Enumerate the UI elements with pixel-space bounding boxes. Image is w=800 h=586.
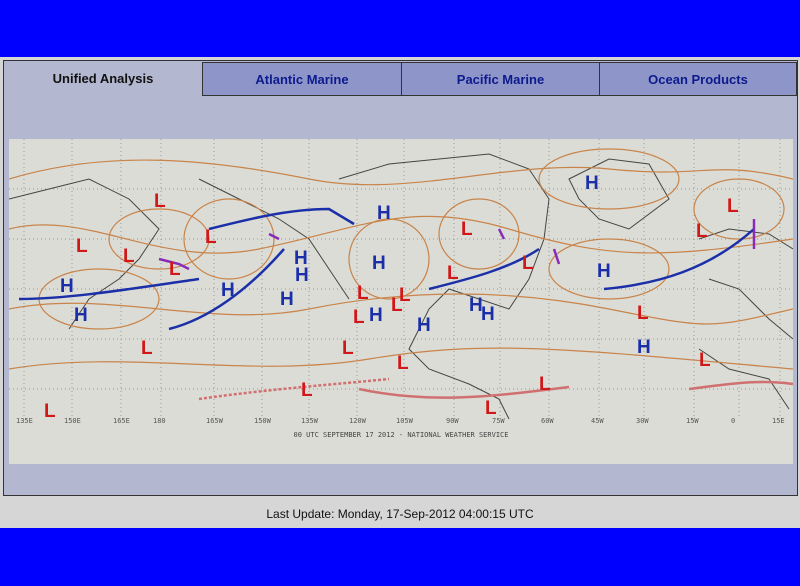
graticule — [9, 139, 793, 419]
low-pressure-center: L — [169, 259, 181, 280]
low-pressure-center: L — [696, 221, 708, 242]
low-pressure-center: L — [699, 350, 711, 371]
low-pressure-center: L — [76, 236, 88, 257]
low-pressure-center: L — [447, 263, 459, 284]
longitude-tick-label: 180 — [153, 417, 166, 425]
longitude-tick-label: 150W — [254, 417, 271, 425]
longitude-tick-label: 165E — [113, 417, 130, 425]
high-pressure-center: H — [597, 261, 611, 282]
high-pressure-center: H — [221, 280, 235, 301]
low-pressure-center: L — [727, 196, 739, 217]
page-frame: Unified Analysis Atlantic Marine Pacific… — [0, 57, 800, 528]
last-update-text: Last Update: Monday, 17-Sep-2012 04:00:1… — [266, 507, 534, 521]
low-pressure-center: L — [353, 307, 365, 328]
longitude-tick-label: 45W — [591, 417, 604, 425]
longitude-tick-label: 0 — [731, 417, 736, 425]
low-pressure-center: L — [357, 283, 369, 304]
high-pressure-center: H — [377, 203, 391, 224]
tab-ocean-products[interactable]: Ocean Products — [599, 62, 797, 96]
high-pressure-center: H — [372, 253, 386, 274]
low-pressure-center: L — [461, 219, 473, 240]
tab-pacific-marine[interactable]: Pacific Marine — [401, 62, 600, 96]
longitude-tick-label: 135E — [16, 417, 33, 425]
longitude-tick-label: 15W — [686, 417, 699, 425]
longitude-tick-label: 135W — [301, 417, 318, 425]
longitude-tick-label: 90W — [446, 417, 459, 425]
low-pressure-center: L — [141, 338, 153, 359]
longitude-tick-label: 120W — [349, 417, 366, 425]
low-pressure-center: L — [637, 303, 649, 324]
longitude-tick-label: 75W — [492, 417, 505, 425]
low-pressure-center: L — [205, 227, 217, 248]
high-pressure-center: H — [74, 305, 88, 326]
longitude-tick-label: 60W — [541, 417, 554, 425]
low-pressure-center: L — [397, 353, 409, 374]
high-pressure-center: H — [585, 173, 599, 194]
low-pressure-center: L — [154, 191, 166, 212]
high-pressure-center: H — [369, 305, 383, 326]
longitude-tick-label: 150E — [64, 417, 81, 425]
low-pressure-center: L — [539, 374, 551, 395]
map-caption: 00 UTC SEPTEMBER 17 2012 - NATIONAL WEAT… — [293, 431, 509, 439]
high-pressure-center: H — [637, 337, 651, 358]
content-panel: Unified Analysis Atlantic Marine Pacific… — [3, 60, 798, 496]
low-pressure-center: L — [123, 246, 135, 267]
high-pressure-center: H — [417, 315, 431, 336]
high-pressure-center: H — [280, 289, 294, 310]
longitude-tick-label: 30W — [636, 417, 649, 425]
low-pressure-center: L — [391, 295, 403, 316]
low-pressure-center: L — [44, 401, 56, 422]
high-pressure-center: H — [295, 265, 309, 286]
tab-atlantic-marine[interactable]: Atlantic Marine — [202, 62, 402, 96]
low-pressure-center: L — [301, 380, 313, 401]
high-pressure-center: H — [60, 276, 74, 297]
low-pressure-center: L — [522, 253, 534, 274]
longitude-tick-label: 105W — [396, 417, 413, 425]
tab-unified-analysis[interactable]: Unified Analysis — [4, 62, 202, 96]
low-pressure-center: L — [485, 398, 497, 419]
low-pressure-center: L — [342, 338, 354, 359]
longitude-tick-label: 165W — [206, 417, 223, 425]
high-pressure-center: H — [481, 304, 495, 325]
longitude-tick-label: 15E — [772, 417, 785, 425]
surface-analysis-map[interactable]: HHHHHHHHHHHHHHHLLLLLLLLLLLLLLLLLLLLLLL 1… — [9, 139, 793, 464]
